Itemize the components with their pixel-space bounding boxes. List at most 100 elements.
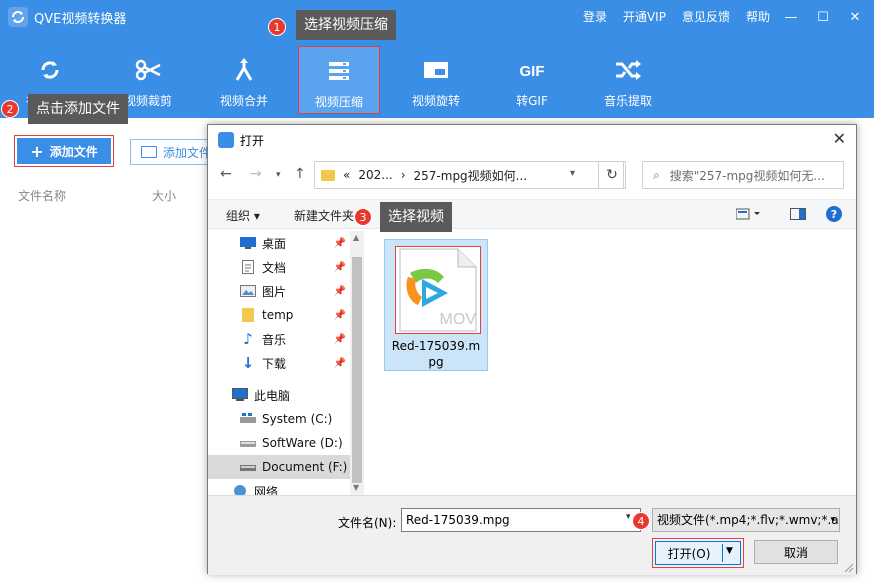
feedback-link[interactable]: 意见反馈 bbox=[682, 8, 730, 25]
cancel-button[interactable]: 取消 bbox=[754, 540, 838, 564]
video-file-icon: MOV bbox=[395, 246, 481, 334]
nav-item-drive-c[interactable]: System (C:) bbox=[208, 407, 350, 431]
nav-item-music[interactable]: ♪ 音乐 📌 bbox=[208, 327, 350, 351]
tool-video-merge[interactable]: 视频合并 bbox=[202, 46, 286, 114]
nav-item-downloads[interactable]: ↓ 下载 📌 bbox=[208, 351, 350, 375]
add-file-label: 添加文件 bbox=[49, 144, 98, 159]
file-type-value: 视频文件(*.mp4;*.flv;*.wmv;*.a bbox=[657, 513, 839, 527]
tool-label: 转GIF bbox=[516, 94, 548, 108]
recent-chevron-icon[interactable]: ▾ bbox=[276, 170, 281, 180]
tool-label: 视频合并 bbox=[219, 94, 268, 108]
command-bar: 组织 ▾ 新建文件夹 ? bbox=[208, 199, 856, 229]
nav-item-label: 网络 bbox=[254, 484, 279, 496]
filename-label: 文件名(N): bbox=[338, 516, 397, 530]
maximize-icon[interactable]: ☐ bbox=[812, 6, 834, 28]
address-separator[interactable]: › bbox=[401, 168, 406, 182]
search-input[interactable]: ⌕ 搜索"257-mpg视频如何无... bbox=[642, 161, 844, 189]
pin-icon: 📌 bbox=[333, 237, 346, 249]
scroll-up-icon[interactable]: ▲ bbox=[353, 233, 359, 242]
help-icon[interactable]: ? bbox=[826, 206, 842, 222]
nav-item-network[interactable]: 网络 bbox=[208, 479, 350, 495]
nav-item-documents[interactable]: 文档 📌 bbox=[208, 255, 350, 279]
minimize-icon[interactable]: — bbox=[780, 6, 802, 28]
dialog-title-bar: 打开 ✕ bbox=[208, 125, 856, 155]
split-divider bbox=[722, 544, 723, 562]
callout-badge-2: 2 bbox=[1, 100, 19, 118]
tool-video-rotate[interactable]: 视频旋转 bbox=[394, 46, 478, 114]
toolbar: 视频转换 视频裁剪 视频合并 视频压缩 视频旋转 GIF 转GIF 音乐提取 bbox=[0, 46, 874, 114]
resize-grip-icon[interactable] bbox=[844, 563, 854, 573]
download-icon: ↓ bbox=[241, 354, 255, 372]
tool-to-gif[interactable]: GIF 转GIF bbox=[490, 46, 574, 114]
computer-icon bbox=[232, 388, 248, 402]
address-segment[interactable]: 202... bbox=[358, 168, 392, 182]
title-bar: QVE视频转换器 登录 开通VIP 意见反馈 帮助 — ☐ ✕ bbox=[0, 0, 874, 34]
open-button-highlight: 打开(O) ▼ bbox=[652, 538, 744, 568]
file-type-select[interactable]: 视频文件(*.mp4;*.flv;*.wmv;*.a ▾ bbox=[652, 508, 840, 532]
nav-item-drive-d[interactable]: SoftWare (D:) bbox=[208, 431, 350, 455]
file-item[interactable]: MOV Red-175039.mpg bbox=[384, 239, 488, 371]
refresh-icon bbox=[41, 61, 59, 79]
filename-dropdown-icon[interactable]: ▾ bbox=[626, 512, 631, 522]
tool-label: 视频压缩 bbox=[314, 95, 363, 109]
dialog-close-icon[interactable]: ✕ bbox=[833, 129, 846, 148]
back-arrow-icon[interactable]: ← bbox=[220, 166, 232, 182]
search-placeholder: 搜索"257-mpg视频如何无... bbox=[669, 168, 825, 183]
address-overflow[interactable]: « bbox=[343, 168, 350, 182]
add-file-button[interactable]: + 添加文件 bbox=[14, 135, 114, 167]
preview-pane-icon[interactable] bbox=[790, 208, 806, 223]
shuffle-icon bbox=[616, 60, 641, 80]
tool-video-compress[interactable]: 视频压缩 bbox=[298, 46, 380, 114]
file-view-pane: MOV Red-175039.mpg bbox=[368, 231, 856, 495]
filename-input[interactable]: Red-175039.mpg bbox=[401, 508, 641, 532]
file-ext-label: MOV bbox=[439, 311, 476, 328]
app-logo-icon bbox=[8, 7, 28, 27]
refresh-button[interactable]: ↻ bbox=[598, 161, 626, 189]
scroll-down-icon[interactable]: ▼ bbox=[353, 483, 359, 492]
callout-badge-4: 4 bbox=[632, 512, 650, 530]
pin-icon: 📌 bbox=[333, 261, 346, 273]
forward-arrow-icon[interactable]: → bbox=[250, 166, 262, 182]
tool-label: 视频旋转 bbox=[411, 94, 460, 108]
login-link[interactable]: 登录 bbox=[583, 8, 607, 25]
nav-item-label: 音乐 bbox=[262, 332, 287, 347]
address-segment[interactable]: 257-mpg视频如何... bbox=[414, 167, 528, 184]
nav-item-drive-f[interactable]: Document (F:) bbox=[208, 455, 350, 479]
open-label: 打开(O) bbox=[667, 546, 711, 561]
help-link[interactable]: 帮助 bbox=[746, 8, 770, 25]
dialog-app-icon bbox=[218, 132, 234, 148]
callout-badge-3: 3 bbox=[354, 208, 372, 226]
callout-tip-2: 点击添加文件 bbox=[28, 94, 128, 124]
new-folder-button[interactable]: 新建文件夹 bbox=[294, 207, 354, 224]
close-icon[interactable]: ✕ bbox=[844, 6, 866, 28]
tool-music-extract[interactable]: 音乐提取 bbox=[586, 46, 670, 114]
app-header: QVE视频转换器 登录 开通VIP 意见反馈 帮助 — ☐ ✕ 视频转换 视频裁… bbox=[0, 0, 874, 118]
open-dropdown-icon[interactable]: ▼ bbox=[726, 546, 733, 556]
view-options-icon[interactable] bbox=[735, 208, 762, 223]
callout-badge-1: 1 bbox=[268, 18, 286, 36]
scissors-icon bbox=[135, 59, 161, 81]
plus-icon: + bbox=[30, 141, 44, 161]
search-icon: ⌕ bbox=[653, 167, 660, 182]
nav-item-label: Document (F:) bbox=[262, 460, 348, 474]
pin-icon: 📌 bbox=[333, 357, 346, 369]
app-title: QVE视频转换器 bbox=[34, 12, 127, 27]
svg-text:GIF: GIF bbox=[520, 63, 545, 80]
organize-menu[interactable]: 组织 ▾ bbox=[226, 207, 260, 224]
nav-item-this-pc[interactable]: 此电脑 bbox=[208, 383, 350, 407]
address-dropdown-icon[interactable]: ▾ bbox=[570, 168, 575, 179]
picture-icon bbox=[240, 284, 256, 298]
nav-item-pictures[interactable]: 图片 📌 bbox=[208, 279, 350, 303]
scrollbar-thumb[interactable] bbox=[352, 257, 362, 483]
address-bar[interactable]: « 202... › 257-mpg视频如何... bbox=[314, 161, 624, 189]
column-header-name: 文件名称 bbox=[18, 189, 67, 203]
drive-icon bbox=[240, 436, 256, 450]
vip-link[interactable]: 开通VIP bbox=[623, 8, 666, 25]
nav-item-temp[interactable]: temp 📌 bbox=[208, 303, 350, 327]
nav-item-desktop[interactable]: 桌面 📌 bbox=[208, 231, 350, 255]
open-button[interactable]: 打开(O) ▼ bbox=[655, 541, 741, 565]
address-row: ← → ▾ ↑ « 202... › 257-mpg视频如何... ▾ ↻ ⌕ … bbox=[208, 159, 856, 191]
nav-scrollbar[interactable]: ▲ ▼ bbox=[350, 231, 364, 495]
pin-icon: 📌 bbox=[333, 309, 346, 321]
up-arrow-icon[interactable]: ↑ bbox=[294, 166, 306, 182]
